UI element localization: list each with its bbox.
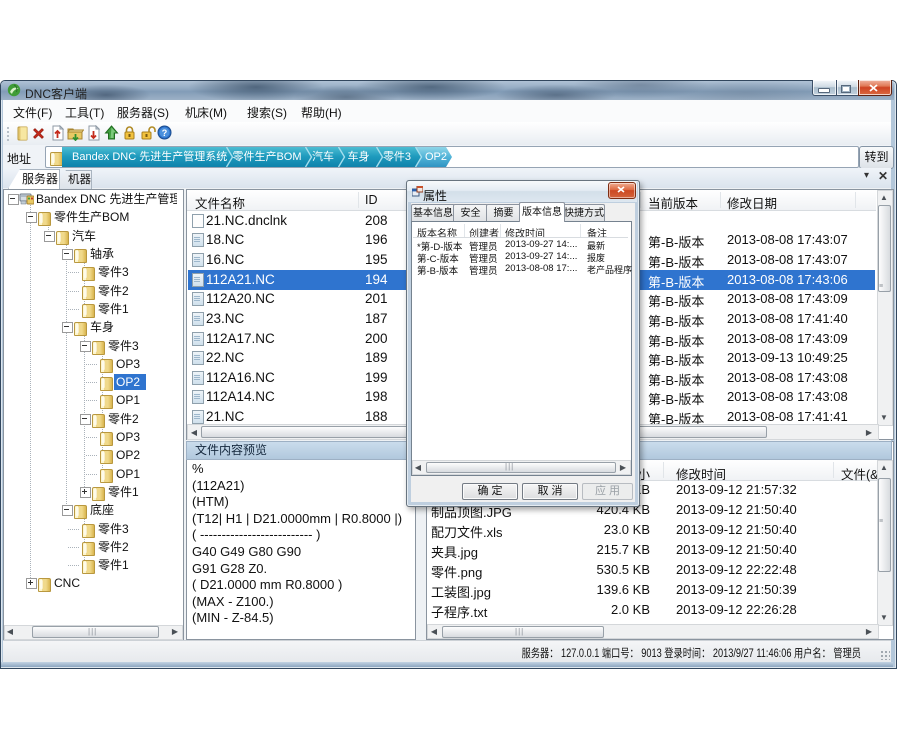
svg-text:?: ?	[162, 128, 168, 138]
